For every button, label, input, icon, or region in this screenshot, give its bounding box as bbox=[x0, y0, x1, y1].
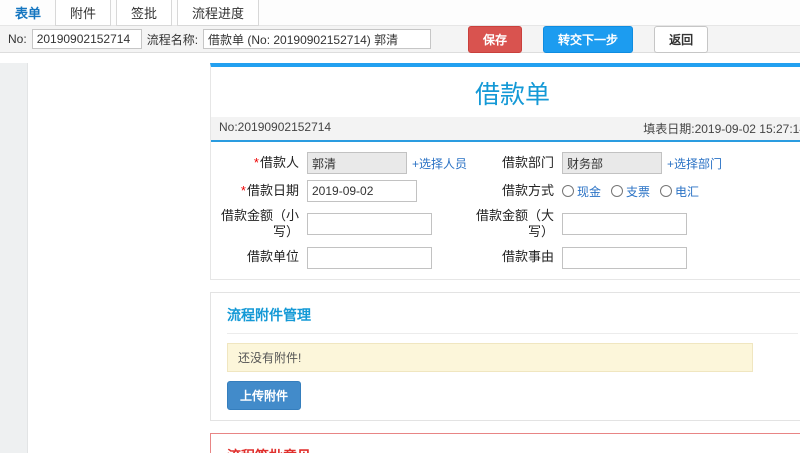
amount-big-input[interactable] bbox=[562, 213, 687, 236]
no-input[interactable] bbox=[31, 29, 142, 49]
amount-small-field bbox=[307, 213, 467, 236]
cash-radio[interactable] bbox=[562, 185, 574, 197]
borrower-input[interactable] bbox=[307, 152, 407, 174]
tab-attachment[interactable]: 附件 bbox=[55, 0, 112, 26]
approval-panel: 流程签批意见 B I abc ✎ ◉ ▣ ⚑ ≡ ≔ bbox=[210, 432, 800, 453]
attachment-panel: 流程附件管理 还没有附件! 上传附件 bbox=[210, 291, 800, 421]
wire-radio[interactable] bbox=[660, 185, 673, 197]
radio-option-wire[interactable]: 电汇 bbox=[660, 183, 699, 200]
loan-form-panel: 借款单 No:20190902152714 填表日期:2019-09-02 15… bbox=[210, 63, 800, 280]
page-title: 借款单 bbox=[474, 81, 550, 109]
loan-date-label: *借款日期 bbox=[240, 182, 299, 198]
loan-date-input[interactable] bbox=[307, 180, 417, 202]
form-no-text: No:20190902152714 bbox=[219, 120, 332, 134]
loan-method-field: 现金 支票 电汇 bbox=[562, 183, 800, 200]
loan-date-field bbox=[307, 180, 467, 202]
amount-small-input[interactable] bbox=[307, 213, 432, 236]
amount-small-label: 借款金额（小写） bbox=[220, 208, 299, 240]
form-date-text: 填表日期:2019-09-02 15:27:14 bbox=[643, 122, 800, 136]
amount-big-label: 借款金额（大写） bbox=[475, 208, 554, 240]
select-department-link[interactable]: +选择部门 bbox=[667, 155, 722, 172]
borrower-label: *借款人 bbox=[253, 154, 299, 170]
form-fields: *借款人 +选择人员 借款部门 +选择部门 *借款日期 借款 bbox=[211, 142, 800, 279]
process-name-label: 流程名称: bbox=[146, 32, 199, 47]
tab-progress[interactable]: 流程进度 bbox=[177, 0, 260, 26]
loan-method-label: 借款方式 bbox=[501, 182, 554, 198]
form-info-row: No:20190902152714 填表日期:2019-09-02 15:27:… bbox=[211, 117, 800, 142]
radio-option-cash[interactable]: 现金 bbox=[562, 183, 601, 200]
loan-unit-input[interactable] bbox=[307, 246, 432, 269]
loan-reason-field bbox=[562, 246, 800, 269]
tab-form[interactable]: 表单 bbox=[6, 0, 50, 26]
amount-big-field bbox=[562, 213, 800, 236]
approval-panel-title: 流程签批意见 bbox=[227, 442, 798, 453]
required-asterisk: * bbox=[253, 154, 259, 170]
cheque-radio[interactable] bbox=[611, 185, 624, 197]
panels: 借款单 No:20190902152714 填表日期:2019-09-02 15… bbox=[210, 63, 800, 453]
back-button[interactable]: 返回 bbox=[654, 25, 709, 53]
borrower-field: +选择人员 bbox=[307, 152, 467, 174]
loan-unit-label: 借款单位 bbox=[246, 249, 299, 265]
tab-bar: 表单 附件 签批 流程进度 bbox=[0, 0, 800, 26]
department-field: +选择部门 bbox=[562, 152, 800, 174]
no-label: No: bbox=[8, 32, 27, 46]
process-name-input[interactable] bbox=[203, 29, 432, 49]
toolbar: No: 流程名称: 保存 转交下一步 返回 bbox=[0, 25, 800, 53]
required-asterisk: * bbox=[240, 182, 246, 198]
loan-method-radio-group: 现金 支票 电汇 bbox=[562, 183, 699, 200]
tab-approval[interactable]: 签批 bbox=[116, 0, 173, 26]
page: 表单 附件 签批 流程进度 No: 流程名称: 保存 转交下一步 返回 借款单 … bbox=[0, 0, 800, 453]
left-sidebar-strip bbox=[0, 63, 28, 453]
next-step-button[interactable]: 转交下一步 bbox=[543, 25, 634, 53]
loan-unit-field bbox=[307, 246, 467, 269]
radio-option-cheque[interactable]: 支票 bbox=[611, 183, 650, 200]
department-input[interactable] bbox=[562, 152, 662, 174]
loan-reason-input[interactable] bbox=[562, 246, 687, 269]
attachment-panel-title: 流程附件管理 bbox=[227, 301, 798, 334]
no-attachment-notice: 还没有附件! bbox=[227, 342, 753, 372]
department-label: 借款部门 bbox=[501, 154, 554, 170]
content-area: 借款单 No:20190902152714 填表日期:2019-09-02 15… bbox=[0, 63, 800, 453]
save-button[interactable]: 保存 bbox=[468, 25, 523, 53]
loan-reason-label: 借款事由 bbox=[501, 249, 554, 265]
select-person-link[interactable]: +选择人员 bbox=[412, 155, 467, 172]
upload-attachment-button[interactable]: 上传附件 bbox=[227, 380, 302, 410]
